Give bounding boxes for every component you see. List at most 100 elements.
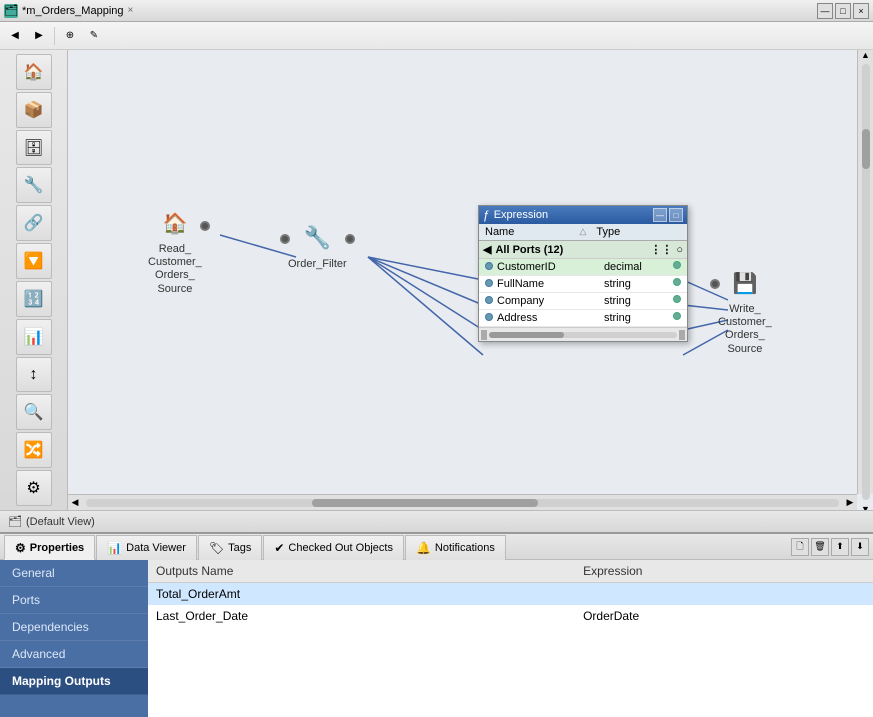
notifications-tab-icon: 🔔	[416, 541, 431, 555]
nav-general[interactable]: General	[0, 560, 148, 587]
widget-title-left: ƒ Expression	[483, 208, 548, 222]
tool-lookup[interactable]: 🔍	[16, 394, 52, 430]
tool-transform[interactable]: 🔧	[16, 167, 52, 203]
tab-data-viewer[interactable]: 📊 Data Viewer	[96, 535, 197, 560]
write-node-icon: 💾	[727, 265, 763, 301]
port-row-fullname[interactable]: FullName string	[479, 276, 687, 293]
tab-properties[interactable]: ⚙ Properties	[4, 535, 95, 560]
bottom-panel: ⚙ Properties 📊 Data Viewer 🏷 Tags ✔ Chec…	[0, 532, 873, 717]
read-node[interactable]: 🏠 Read_Customer_Orders_Source	[148, 205, 202, 296]
output-expr-cell: OrderDate	[575, 605, 873, 627]
filter-node[interactable]: 🔧 Order_Filter	[288, 220, 347, 271]
back-button[interactable]: ◀	[4, 25, 26, 47]
group-expand-icon[interactable]: ◀	[483, 243, 491, 256]
tool-home[interactable]: 🏠	[16, 54, 52, 90]
ports-table: CustomerID decimal FullName string	[479, 259, 687, 327]
title-bar: 🗂 *m_Orders_Mapping × — □ ×	[0, 0, 873, 22]
h-scroll-right[interactable]: ▶	[843, 497, 857, 508]
tool-filter[interactable]: 🔽	[16, 243, 52, 279]
panel-import-btn[interactable]: ⬇	[851, 538, 869, 556]
h-scroll-left[interactable]: ◀	[68, 497, 82, 508]
panel-export-btn[interactable]: ⬆	[831, 538, 849, 556]
port-type-cell: string	[598, 310, 687, 327]
nav-dependencies[interactable]: Dependencies	[0, 614, 148, 641]
nav-ports[interactable]: Ports	[0, 587, 148, 614]
edit-button[interactable]: ✎	[83, 25, 105, 47]
right-port-dot[interactable]	[673, 261, 681, 269]
write-input-port[interactable]	[710, 279, 720, 289]
widget-minimize-btn[interactable]: —	[653, 208, 667, 222]
right-port-dot[interactable]	[673, 295, 681, 303]
right-port-dot[interactable]	[673, 312, 681, 320]
tool-router[interactable]: 🔀	[16, 432, 52, 468]
widget-h-scrollbar[interactable]	[479, 327, 687, 341]
checked-out-tab-label: Checked Out Objects	[288, 542, 393, 554]
table-header-row: Outputs Name Expression	[148, 560, 873, 583]
left-port-dot[interactable]	[485, 296, 493, 304]
forward-button[interactable]: ▶	[28, 25, 50, 47]
v-scroll-thumb[interactable]	[862, 129, 870, 169]
nav-advanced[interactable]: Advanced	[0, 641, 148, 668]
tab-checked-out[interactable]: ✔ Checked Out Objects	[263, 535, 404, 560]
minimize-button[interactable]: —	[817, 3, 833, 19]
write-node-label: Write_Customer_Orders_Source	[718, 303, 772, 356]
nav-mapping-outputs[interactable]: Mapping Outputs	[0, 668, 148, 695]
tool-joiner[interactable]: 🔗	[16, 205, 52, 241]
status-bar: 🗂 (Default View)	[0, 510, 873, 532]
filter-input-port[interactable]	[280, 234, 290, 244]
v-scroll-track[interactable]	[862, 64, 870, 500]
port-type-cell: string	[598, 276, 687, 293]
canvas-h-scrollbar[interactable]: ◀ ▶	[68, 494, 857, 510]
left-toolbar: 🏠 📦 🗄 🔧 🔗 🔽 🔢 📊 ↕ 🔍 🔀 ⚙	[0, 50, 68, 510]
port-row-address[interactable]: Address string	[479, 310, 687, 327]
panel-table-area: Outputs Name Expression Total_OrderAmt L…	[148, 560, 873, 717]
port-row-company[interactable]: Company string	[479, 293, 687, 310]
close-button[interactable]: ×	[853, 3, 869, 19]
canvas-work-area[interactable]: 🏠 Read_Customer_Orders_Source 🔧 Order_Fi…	[68, 50, 857, 494]
left-port-dot[interactable]	[485, 313, 493, 321]
col-type-header: Type	[590, 224, 687, 241]
h-scroll-thumb[interactable]	[312, 499, 538, 507]
right-port-dot[interactable]	[673, 278, 681, 286]
v-scroll-up[interactable]: ▲	[858, 50, 873, 60]
panel-tabs: ⚙ Properties 📊 Data Viewer 🏷 Tags ✔ Chec…	[4, 534, 507, 559]
tool-expr[interactable]: 🔢	[16, 281, 52, 317]
panel-controls: 🗋 🗑 ⬆ ⬇	[791, 538, 869, 556]
maximize-button[interactable]: □	[835, 3, 851, 19]
tool-custom[interactable]: ⚙	[16, 470, 52, 506]
v-scroll-down[interactable]: ▼	[858, 504, 873, 510]
filter-node-label: Order_Filter	[288, 258, 347, 271]
tool-source[interactable]: 📦	[16, 92, 52, 128]
window-title: *m_Orders_Mapping	[22, 5, 124, 17]
properties-tab-label: Properties	[30, 542, 84, 554]
expression-titlebar[interactable]: ƒ Expression — □	[479, 206, 687, 224]
close-tab-icon[interactable]: ×	[128, 5, 134, 16]
canvas-v-scrollbar[interactable]: ▲ ▼	[857, 50, 873, 494]
write-node[interactable]: 💾 Write_Customer_Orders_Source	[718, 265, 772, 356]
tab-notifications[interactable]: 🔔 Notifications	[405, 535, 506, 560]
tool-agg[interactable]: 📊	[16, 319, 52, 355]
expression-title-icon: ƒ	[483, 208, 490, 222]
panel-delete-btn[interactable]: 🗑	[811, 538, 829, 556]
widget-maximize-btn[interactable]: □	[669, 208, 683, 222]
left-port-dot[interactable]	[485, 262, 493, 270]
port-row-customerid[interactable]: CustomerID decimal	[479, 259, 687, 276]
tool-target[interactable]: 🗄	[16, 130, 52, 166]
read-node-icon: 🏠	[157, 205, 193, 241]
output-expr-cell	[575, 583, 873, 606]
tags-tab-label: Tags	[228, 542, 251, 554]
table-row[interactable]: Last_Order_Date OrderDate	[148, 605, 873, 627]
canvas-area: 🏠 📦 🗄 🔧 🔗 🔽 🔢 📊 ↕ 🔍 🔀 ⚙ �	[0, 50, 873, 510]
add-button[interactable]: ⊕	[59, 25, 81, 47]
tab-tags[interactable]: 🏷 Tags	[198, 535, 262, 560]
panel-new-btn[interactable]: 🗋	[791, 538, 809, 556]
table-row[interactable]: Total_OrderAmt	[148, 583, 873, 606]
tool-sort[interactable]: ↕	[16, 357, 52, 393]
col-name-header: Name △	[479, 224, 590, 241]
port-type-cell: decimal	[598, 259, 687, 276]
filter-output-port[interactable]	[345, 234, 355, 244]
read-output-port[interactable]	[200, 221, 210, 231]
output-name-cell: Last_Order_Date	[148, 605, 575, 627]
h-scroll-track[interactable]	[86, 499, 839, 507]
left-port-dot[interactable]	[485, 279, 493, 287]
